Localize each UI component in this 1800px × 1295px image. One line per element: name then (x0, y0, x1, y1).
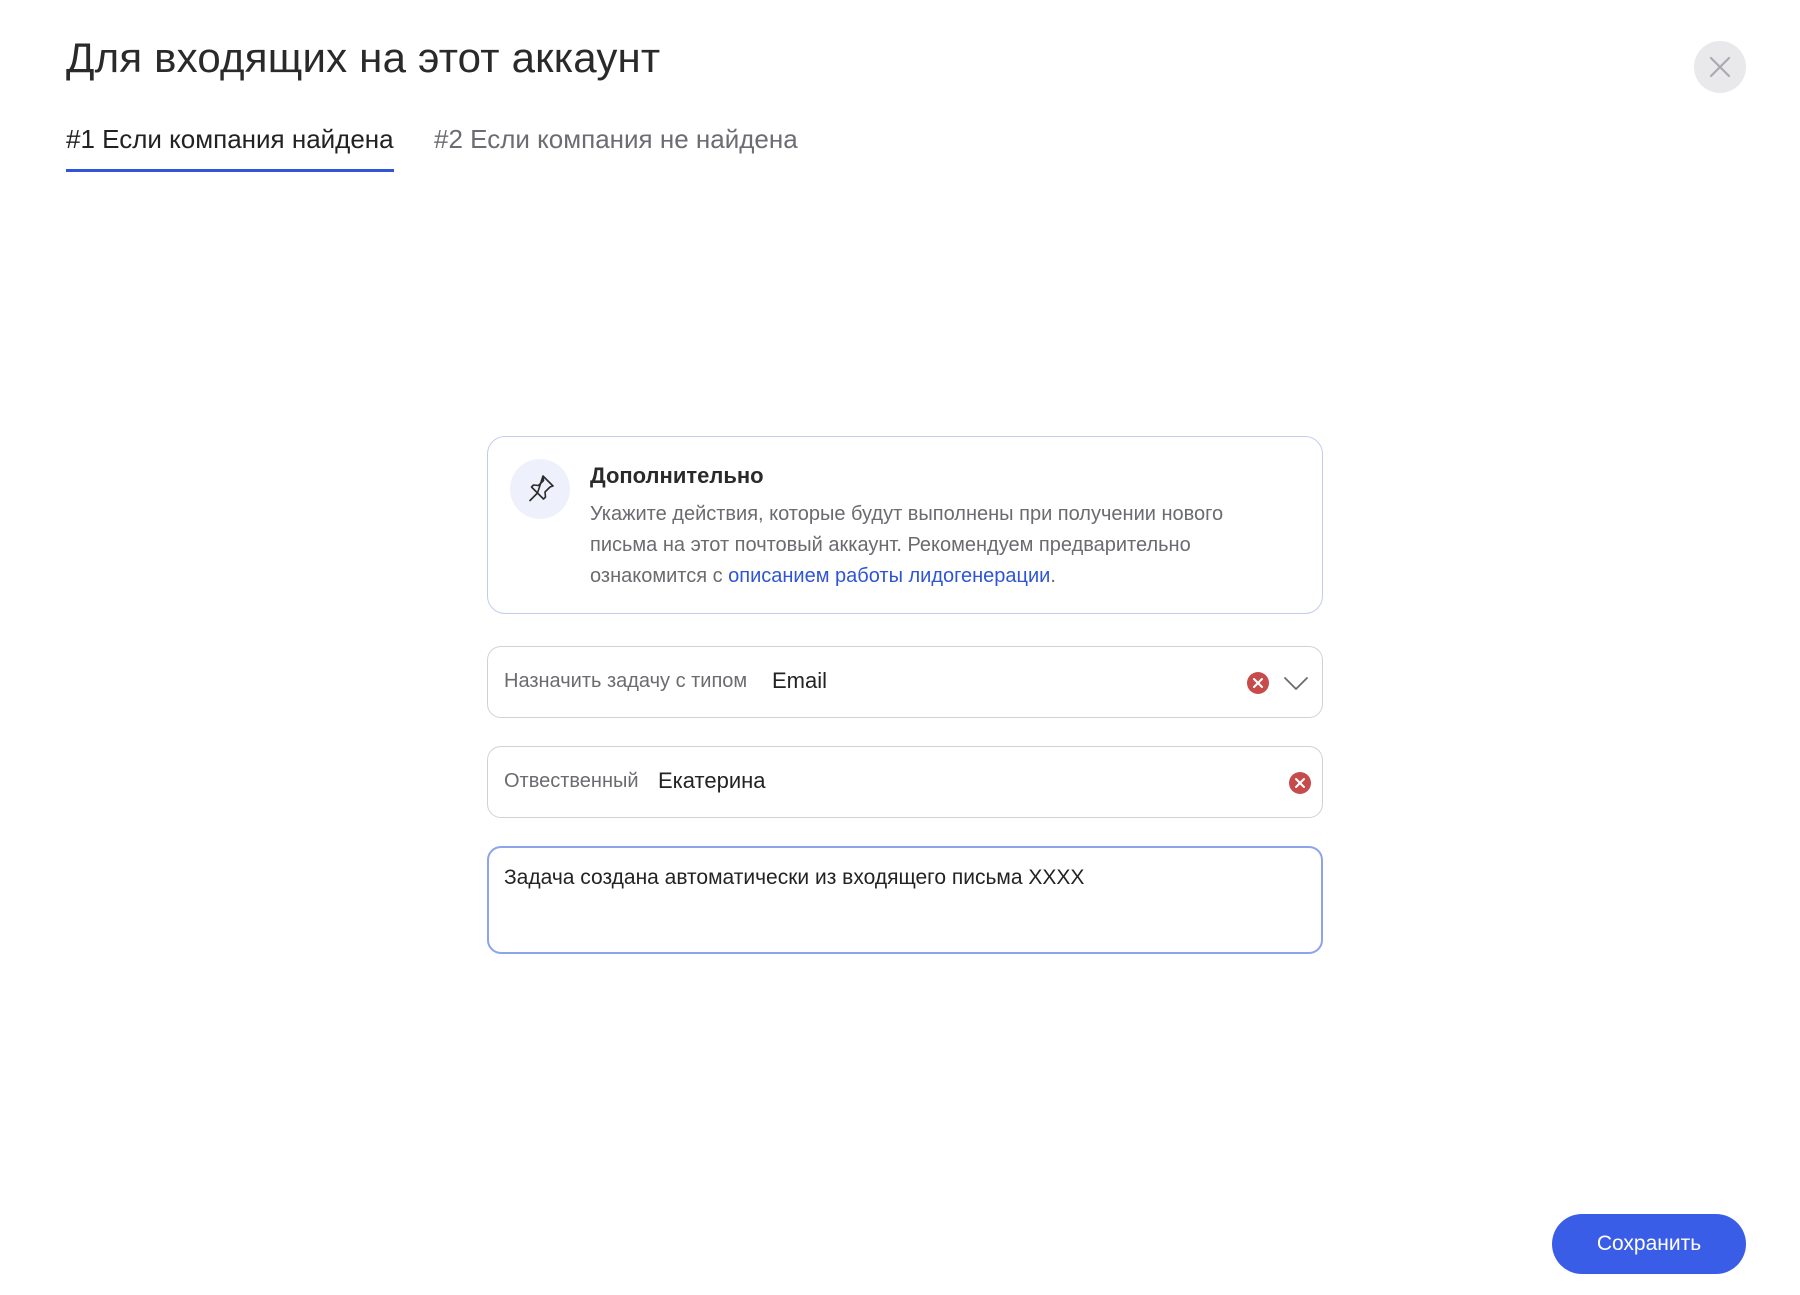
responsible-value: Екатерина (658, 768, 766, 793)
clear-icon[interactable] (1289, 772, 1311, 794)
tab-company-not-found[interactable]: #2 Если компания не найдена (434, 124, 798, 169)
info-title: Дополнительно (590, 463, 764, 488)
info-description: Укажите действия, которые будут выполнен… (590, 499, 1290, 592)
dialog-title: Для входящих на этот аккаунт (66, 34, 661, 81)
close-icon (1709, 56, 1731, 78)
task-type-label: Назначить задачу с типом (504, 670, 748, 692)
responsible-field[interactable]: Отвественный Екатерина (487, 746, 1323, 818)
lead-generation-link[interactable]: описанием работы лидогенерации (728, 565, 1050, 587)
task-type-select[interactable]: Назначить задачу с типом Email (487, 646, 1323, 718)
info-card: Дополнительно Укажите действия, которые … (487, 436, 1323, 614)
task-comment-text: Задача создана автоматически из входящег… (504, 866, 1085, 889)
task-comment-textarea[interactable]: Задача создана автоматически из входящег… (487, 846, 1323, 954)
close-button[interactable] (1694, 41, 1746, 93)
tab-company-found[interactable]: #1 Если компания найдена (66, 124, 394, 172)
responsible-label: Отвественный (504, 770, 639, 792)
settings-dialog: Для входящих на этот аккаунт #1 Если ком… (0, 0, 1800, 1295)
task-type-value: Email (772, 668, 828, 693)
save-button[interactable]: Сохранить (1552, 1214, 1746, 1274)
clear-icon[interactable] (1247, 672, 1269, 694)
pin-icon (529, 475, 554, 502)
info-text-end: . (1050, 565, 1056, 587)
pin-icon-badge (510, 459, 570, 519)
chevron-down-icon[interactable] (1283, 671, 1309, 695)
